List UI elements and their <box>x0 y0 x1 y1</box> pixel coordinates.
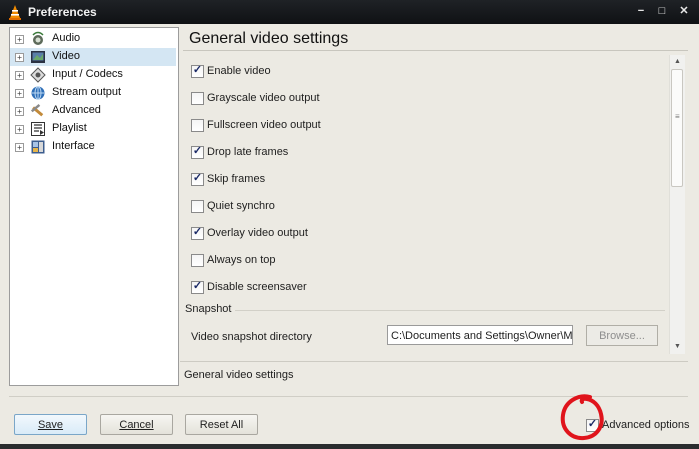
tree-label-advanced: Advanced <box>52 104 101 116</box>
video-icon <box>31 51 45 63</box>
title-divider <box>183 50 688 51</box>
tree-item-audio[interactable]: + Audio <box>10 30 176 48</box>
browse-button[interactable]: Browse... <box>586 325 658 346</box>
snapshot-divider <box>235 310 665 311</box>
checkmark-icon: ✓ <box>192 226 203 238</box>
option-label: Fullscreen video output <box>207 119 321 131</box>
expand-icon[interactable]: + <box>15 125 24 134</box>
checkbox[interactable]: ✓ <box>191 280 204 294</box>
tree-item-video[interactable]: + Video <box>10 48 176 66</box>
title-bar: Preferences − □ ✕ <box>0 0 699 24</box>
checkbox[interactable]: ✓ <box>191 172 204 186</box>
minimize-button[interactable]: − <box>633 4 649 19</box>
expand-icon[interactable]: + <box>15 107 24 116</box>
footer-divider <box>9 396 688 397</box>
stream-output-icon <box>31 86 45 100</box>
checkmark-icon: ✓ <box>192 280 203 292</box>
expand-icon[interactable]: + <box>15 53 24 62</box>
maximize-button[interactable]: □ <box>654 4 670 19</box>
snapshot-directory-field[interactable]: C:\Documents and Settings\Owner\My <box>387 325 573 345</box>
checkbox[interactable] <box>191 92 204 105</box>
checkbox[interactable] <box>191 254 204 267</box>
vlc-cone-icon <box>9 5 21 20</box>
checkmark-icon: ✓ <box>192 145 203 157</box>
annotation-circle-mark <box>560 394 604 441</box>
tree-label-video: Video <box>52 50 80 62</box>
video-settings-list: ✓ Enable video Grayscale video output Fu… <box>183 52 669 357</box>
checkmark-icon: ✓ <box>192 64 203 76</box>
tree-item-input-codecs[interactable]: + Input / Codecs <box>10 66 176 84</box>
tree-item-interface[interactable]: + Interface <box>10 138 176 156</box>
category-tree: + Audio + Video + Input / Codecs + Strea… <box>9 27 179 386</box>
checkbox[interactable] <box>191 119 204 132</box>
option-label: Disable screensaver <box>207 281 307 293</box>
option-label: Always on top <box>207 254 276 266</box>
option-label: Overlay video output <box>207 227 308 239</box>
interface-icon <box>31 140 45 154</box>
option-label: Enable video <box>207 65 271 77</box>
desktop-strip <box>0 444 699 449</box>
expand-icon[interactable]: + <box>15 35 24 44</box>
audio-icon <box>32 31 44 45</box>
checkbox[interactable]: ✓ <box>191 64 204 78</box>
scroll-up-arrow-icon[interactable]: ▲ <box>670 55 685 69</box>
advanced-options-label: Advanced options <box>602 419 690 431</box>
tree-label-audio: Audio <box>52 32 81 44</box>
playlist-icon <box>31 122 45 136</box>
tree-label-playlist: Playlist <box>52 122 87 134</box>
snapshot-directory-label: Video snapshot directory <box>191 331 312 343</box>
tree-item-advanced[interactable]: + Advanced <box>10 102 176 120</box>
scrollbar-thumb[interactable]: ≡ <box>671 69 683 187</box>
panel-status-text: General video settings <box>184 369 294 381</box>
tree-label-input-codecs: Input / Codecs <box>52 68 123 80</box>
settings-scrollbar[interactable]: ▲ ≡ ▼ <box>669 55 685 354</box>
tree-item-playlist[interactable]: + Playlist <box>10 120 176 138</box>
checkmark-icon: ✓ <box>587 418 598 430</box>
input-codecs-icon <box>30 67 46 83</box>
tree-label-stream-output: Stream output <box>52 86 122 98</box>
advanced-icon <box>30 103 44 117</box>
scroll-down-arrow-icon[interactable]: ▼ <box>670 340 685 354</box>
checkmark-icon: ✓ <box>192 172 203 184</box>
save-label: Save <box>37 419 64 431</box>
expand-icon[interactable]: + <box>15 143 24 152</box>
tree-item-stream-output[interactable]: + Stream output <box>10 84 176 102</box>
save-button[interactable]: Save <box>14 414 87 435</box>
grip-icon: ≡ <box>675 112 680 121</box>
option-label: Quiet synchro <box>207 200 275 212</box>
checkbox[interactable]: ✓ <box>191 145 204 159</box>
snapshot-section-label: Snapshot <box>185 303 232 315</box>
panel-title: General video settings <box>189 30 349 47</box>
checkbox[interactable]: ✓ <box>191 226 204 240</box>
panel-bottom-divider <box>180 361 688 362</box>
checkbox[interactable] <box>191 200 204 213</box>
option-label: Grayscale video output <box>207 92 320 104</box>
preferences-window: Preferences − □ ✕ + Audio + Video + Inpu… <box>0 0 699 449</box>
cancel-label: Cancel <box>119 419 154 431</box>
expand-icon[interactable]: + <box>15 71 24 80</box>
window-title: Preferences <box>28 5 97 19</box>
expand-icon[interactable]: + <box>15 89 24 98</box>
reset-all-button[interactable]: Reset All <box>185 414 258 435</box>
option-label: Skip frames <box>207 173 266 185</box>
tree-label-interface: Interface <box>52 140 95 152</box>
advanced-options-checkbox[interactable]: ✓ <box>586 418 599 432</box>
cancel-button[interactable]: Cancel <box>100 414 173 435</box>
close-button[interactable]: ✕ <box>676 4 692 19</box>
option-label: Drop late frames <box>207 146 289 158</box>
